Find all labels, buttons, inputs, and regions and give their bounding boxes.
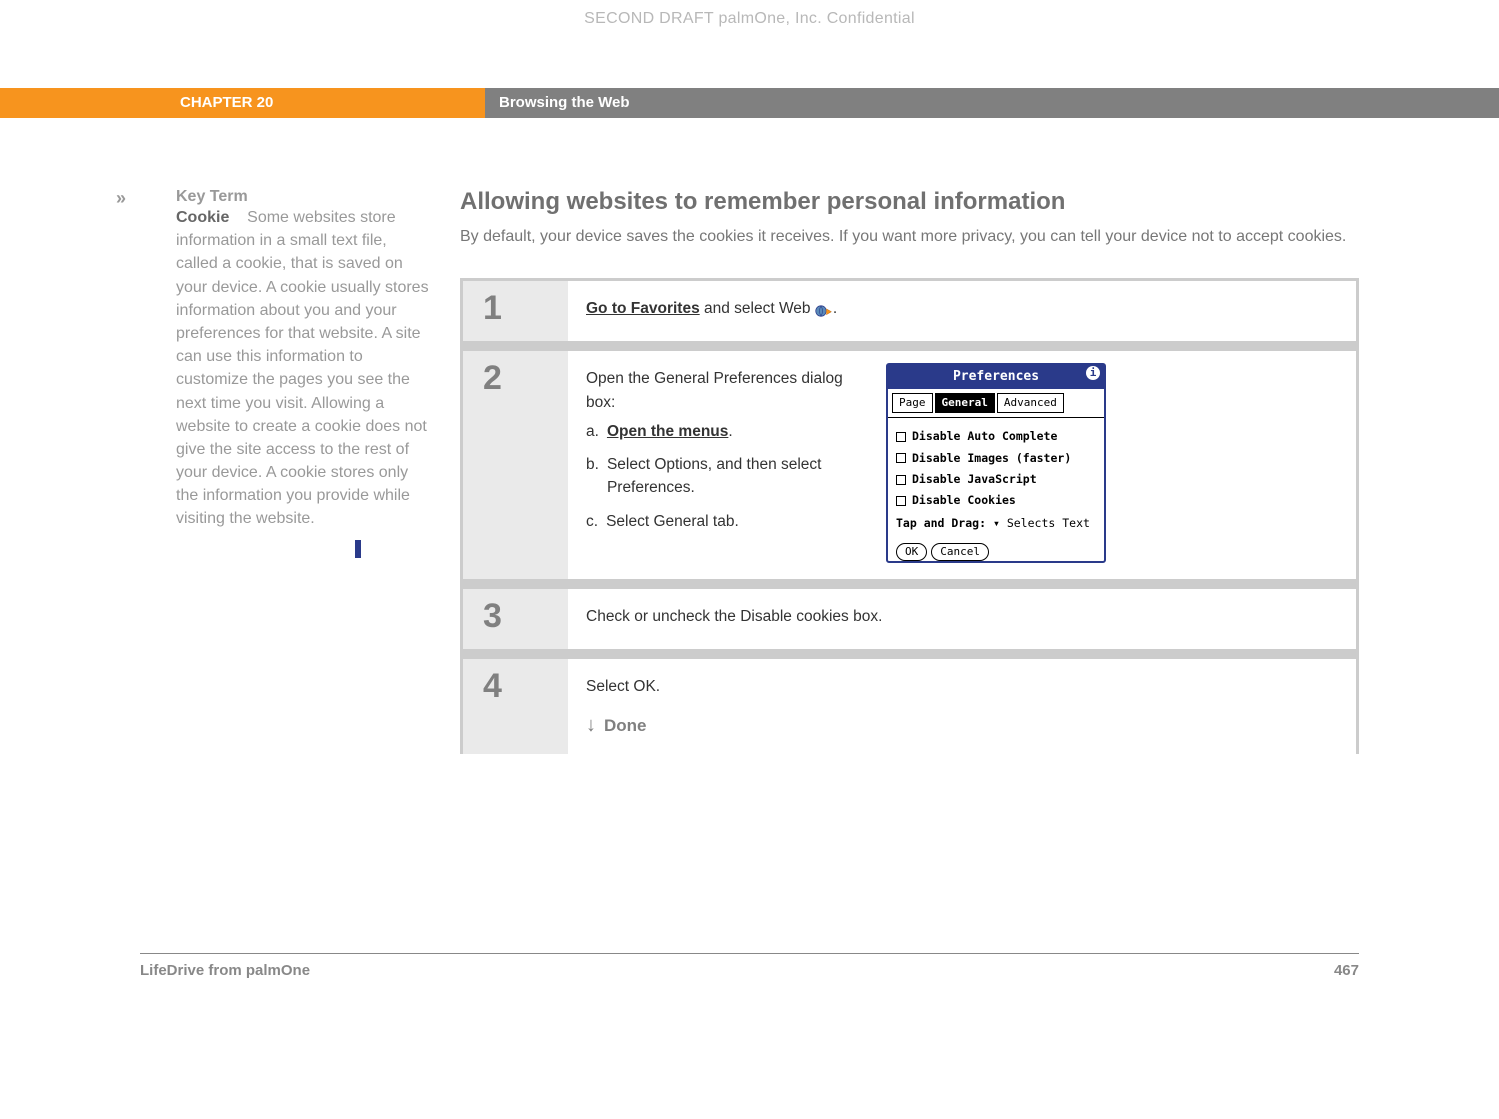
done-indicator: ↓ Done <box>586 713 1338 739</box>
sub-b-letter: b. <box>586 453 599 500</box>
step1-period: . <box>833 300 837 317</box>
chapter-label: CHAPTER 20 <box>0 88 485 118</box>
steps-container: 1 Go to Favorites and select Web . 2 Ope… <box>460 278 1359 754</box>
tab-general[interactable]: General <box>935 393 995 414</box>
step-number: 4 <box>483 669 502 703</box>
step1-rest: and select Web <box>700 300 815 317</box>
check-autocomplete[interactable]: Disable Auto Complete <box>896 428 1096 445</box>
step-num-cell: 4 <box>463 659 568 754</box>
checkbox-icon[interactable] <box>896 475 906 485</box>
tap-drag-row: Tap and Drag: ▾ Selects Text <box>896 515 1096 532</box>
step-4: 4 Select OK. ↓ Done <box>463 659 1356 754</box>
prefs-body: Disable Auto Complete Disable Images (fa… <box>888 418 1104 538</box>
step-num-cell: 2 <box>463 351 568 579</box>
checkbox-icon[interactable] <box>896 432 906 442</box>
page-footer: LifeDrive from palmOne 467 <box>140 953 1359 979</box>
cancel-button[interactable]: Cancel <box>931 543 989 562</box>
dropdown-arrow-icon[interactable]: ▾ <box>993 515 1000 532</box>
info-icon[interactable]: i <box>1086 366 1100 380</box>
check-label: Disable JavaScript <box>912 471 1037 488</box>
prefs-title-bar: Preferences i <box>888 365 1104 389</box>
step2-intro: Open the General Preferences dialog box: <box>586 367 856 414</box>
prefs-button-row: OK Cancel <box>888 539 1104 570</box>
step-1: 1 Go to Favorites and select Web . <box>463 281 1356 341</box>
key-term-word: Cookie <box>176 209 229 226</box>
sub-c-letter: c. <box>586 510 598 533</box>
tab-advanced[interactable]: Advanced <box>997 393 1064 414</box>
key-term-body: Some websites store information in a sma… <box>176 209 429 527</box>
open-menus-link[interactable]: Open the menus <box>607 423 728 440</box>
chevrons-icon: » <box>116 188 126 209</box>
sub-a-letter: a. <box>586 420 599 443</box>
step-2: 2 Open the General Preferences dialog bo… <box>463 351 1356 579</box>
check-label: Disable Auto Complete <box>912 428 1057 445</box>
section-heading: Allowing websites to remember personal i… <box>460 188 1359 216</box>
chapter-title: Browsing the Web <box>485 88 1499 118</box>
ok-button[interactable]: OK <box>896 543 927 562</box>
watermark-text: SECOND DRAFT palmOne, Inc. Confidential <box>0 10 1499 28</box>
check-label: Disable Images (faster) <box>912 450 1071 467</box>
header-bar: CHAPTER 20 Browsing the Web <box>0 88 1499 118</box>
step3-text: Check or uncheck the Disable cookies box… <box>586 605 1338 633</box>
step-num-cell: 3 <box>463 589 568 649</box>
step-number: 3 <box>483 599 502 633</box>
step-content: Go to Favorites and select Web . <box>568 281 1356 341</box>
sub-c-text: Select General tab. <box>606 510 739 533</box>
step4-text: Select OK. <box>586 675 1338 698</box>
section-intro: By default, your device saves the cookie… <box>460 226 1359 248</box>
key-term-label: Key Term <box>176 188 248 205</box>
checkbox-icon[interactable] <box>896 453 906 463</box>
check-cookies[interactable]: Disable Cookies <box>896 492 1096 509</box>
check-javascript[interactable]: Disable JavaScript <box>896 471 1096 488</box>
done-label: Done <box>604 713 647 739</box>
product-name: LifeDrive from palmOne <box>140 962 310 979</box>
prefs-title-text: Preferences <box>953 369 1039 384</box>
key-term-sidebar: » Key Term Cookie Some websites store in… <box>140 188 430 757</box>
checkbox-icon[interactable] <box>896 496 906 506</box>
content-area: » Key Term Cookie Some websites store in… <box>140 188 1359 757</box>
web-icon <box>815 302 833 316</box>
tapdrag-value[interactable]: Selects Text <box>1007 516 1090 530</box>
step-content: Open the General Preferences dialog box:… <box>568 351 1356 579</box>
step-number: 2 <box>483 361 502 395</box>
preferences-dialog: Preferences i Page General Advanced Disa… <box>886 363 1106 563</box>
step-number: 1 <box>483 291 502 325</box>
step-3: 3 Check or uncheck the Disable cookies b… <box>463 589 1356 649</box>
down-arrow-icon: ↓ <box>586 715 596 735</box>
prefs-tabs: Page General Advanced <box>888 389 1104 419</box>
page-number: 467 <box>1334 962 1359 979</box>
step-content: Check or uncheck the Disable cookies box… <box>568 589 1356 649</box>
sub-b-text: Select Options, and then select Preferen… <box>607 453 856 500</box>
step-num-cell: 1 <box>463 281 568 341</box>
tab-page[interactable]: Page <box>892 393 933 414</box>
check-label: Disable Cookies <box>912 492 1016 509</box>
sub-a-period: . <box>728 423 732 440</box>
main-content: Allowing websites to remember personal i… <box>460 188 1359 757</box>
key-term-body-text: Some websites store information in a sma… <box>176 209 429 527</box>
step-content: Select OK. ↓ Done <box>568 659 1356 754</box>
check-images[interactable]: Disable Images (faster) <box>896 450 1096 467</box>
tapdrag-label: Tap and Drag: <box>896 516 986 530</box>
favorites-link[interactable]: Go to Favorites <box>586 300 700 317</box>
